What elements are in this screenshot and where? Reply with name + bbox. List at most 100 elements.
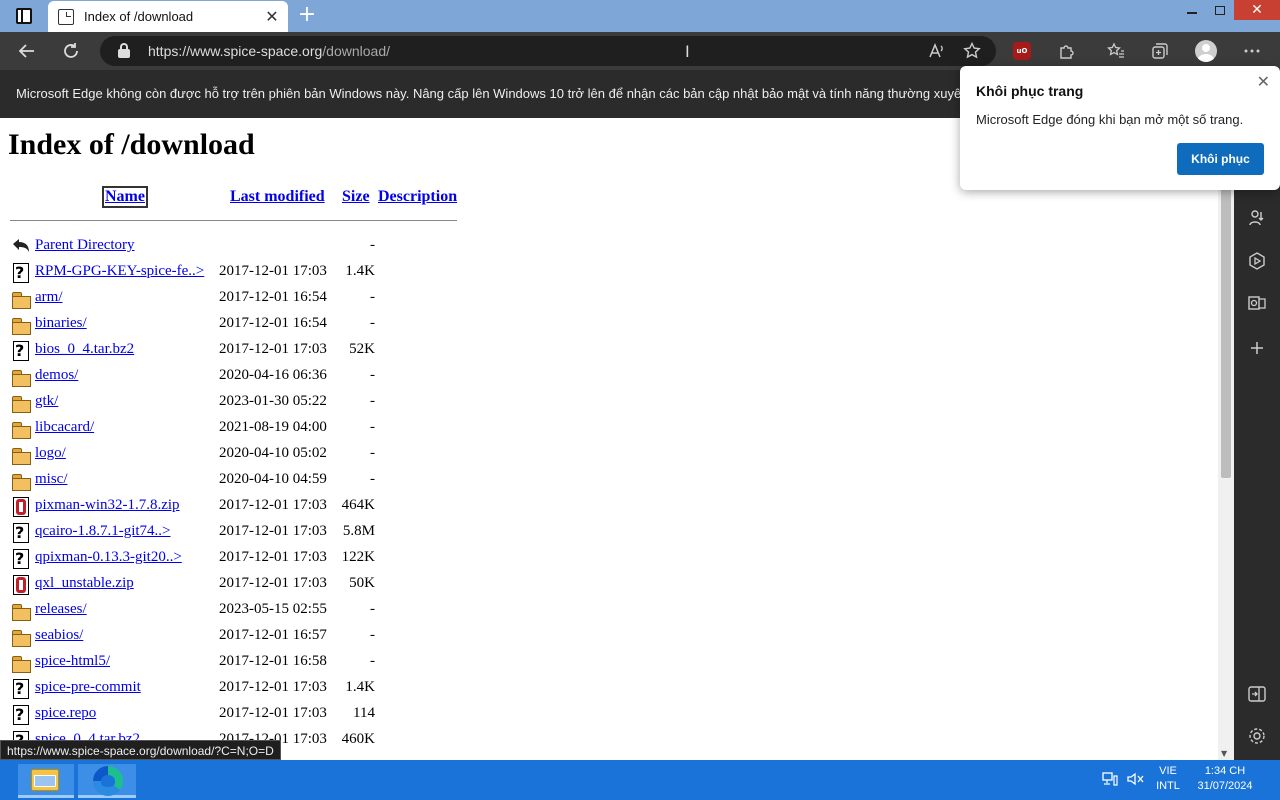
folder-icon bbox=[11, 392, 31, 414]
file-date: 2020-04-10 04:59 bbox=[219, 471, 327, 487]
column-header-size[interactable]: Size bbox=[342, 188, 370, 206]
collections-icon[interactable] bbox=[1145, 36, 1175, 66]
tab-close-icon[interactable]: ✕ bbox=[262, 7, 282, 26]
file-link[interactable]: RPM-GPG-KEY-spice-fe..> bbox=[35, 263, 204, 280]
list-item: ? qpixman-0.13.3-git20..> 2017-12-01 17:03… bbox=[0, 545, 500, 571]
new-tab-button[interactable]: + bbox=[296, 4, 318, 26]
list-item: seabios/2017-12-01 16:57 - bbox=[0, 623, 500, 649]
sidebar-games-icon[interactable] bbox=[1247, 251, 1267, 271]
vertical-scrollbar[interactable]: ▼ bbox=[1218, 118, 1234, 760]
language-code: VIE bbox=[1159, 765, 1177, 777]
tab-active[interactable]: Index of /download ✕ bbox=[48, 1, 288, 32]
list-item: Parent Directory - bbox=[0, 233, 500, 259]
file-link[interactable]: logo/ bbox=[35, 445, 66, 462]
profile-avatar[interactable] bbox=[1195, 40, 1217, 62]
list-item: ? qcairo-1.8.7.1-git74..> 2017-12-01 17:03… bbox=[0, 519, 500, 545]
refresh-icon[interactable] bbox=[56, 36, 86, 66]
file-size: - bbox=[370, 653, 375, 669]
file-link[interactable]: demos/ bbox=[35, 367, 78, 384]
window-close-button[interactable]: ✕ bbox=[1234, 0, 1280, 20]
scroll-down-arrow-icon[interactable]: ▼ bbox=[1221, 749, 1227, 758]
sidebar-add-icon[interactable] bbox=[1247, 338, 1267, 358]
sidebar-outlook-icon[interactable] bbox=[1247, 293, 1267, 313]
file-size: - bbox=[370, 237, 375, 253]
list-item: gtk/2023-01-30 05:22 - bbox=[0, 389, 500, 415]
file-link[interactable]: arm/ bbox=[35, 289, 63, 306]
input-language-indicator[interactable]: VIE INTL bbox=[1153, 764, 1183, 794]
file-date: 2017-12-01 17:03 bbox=[219, 497, 327, 513]
list-item: qxl_unstable.zip 2017-12-01 17:03 50K bbox=[0, 571, 500, 597]
file-date: 2017-12-01 17:03 bbox=[219, 341, 327, 357]
file-link[interactable]: spice-pre-commit bbox=[35, 679, 141, 696]
file-date: 2017-12-01 17:03 bbox=[219, 575, 327, 591]
list-item: pixman-win32-1.7.8.zip 2017-12-01 17:03 46… bbox=[0, 493, 500, 519]
file-size: 122K bbox=[341, 549, 375, 565]
file-size: - bbox=[370, 315, 375, 331]
lock-icon[interactable] bbox=[118, 43, 130, 58]
back-arrow-icon[interactable] bbox=[12, 36, 42, 66]
folder-icon bbox=[11, 366, 31, 388]
more-menu-icon[interactable] bbox=[1237, 36, 1267, 66]
network-icon[interactable] bbox=[1102, 772, 1118, 789]
minimize-button[interactable] bbox=[1178, 0, 1206, 20]
file-explorer-button[interactable] bbox=[18, 764, 74, 798]
popup-close-icon[interactable]: ✕ bbox=[1257, 72, 1270, 92]
folder-icon bbox=[11, 444, 31, 466]
file-link[interactable]: spice.repo bbox=[35, 705, 96, 722]
system-clock[interactable]: 1:34 CH 31/07/2024 bbox=[1188, 764, 1262, 794]
page-content: Index of /download Name Last modified Si… bbox=[0, 118, 1218, 760]
restore-button[interactable]: Khôi phục bbox=[1177, 143, 1264, 175]
list-item: ? bios_0_4.tar.bz2 2017-12-01 17:03 52K bbox=[0, 337, 500, 363]
file-link[interactable]: seabios/ bbox=[35, 627, 83, 644]
file-link[interactable]: qxl_unstable.zip bbox=[35, 575, 134, 592]
tab-actions-icon[interactable] bbox=[10, 4, 38, 28]
read-aloud-icon[interactable] bbox=[922, 36, 952, 66]
popup-title: Khôi phục trang bbox=[976, 83, 1084, 99]
column-header-name[interactable]: Name bbox=[102, 186, 148, 208]
add-favorite-icon[interactable] bbox=[957, 36, 987, 66]
address-bar[interactable]: https://www.spice-space.org/download/ I bbox=[100, 36, 996, 66]
parent-directory-icon bbox=[11, 236, 31, 258]
restore-pages-popup: Khôi phục trang ✕ Microsoft Edge đóng kh… bbox=[960, 66, 1280, 190]
volume-muted-icon[interactable] bbox=[1127, 772, 1145, 789]
list-item: ? RPM-GPG-KEY-spice-fe..> 2017-12-01 17:03… bbox=[0, 259, 500, 285]
folder-icon bbox=[11, 652, 31, 674]
sidebar-settings-gear-icon[interactable] bbox=[1247, 726, 1267, 746]
sidebar-tools-icon[interactable] bbox=[1247, 208, 1267, 228]
sidebar-hide-icon[interactable] bbox=[1247, 684, 1267, 704]
windows-taskbar: VIE INTL 1:34 CH 31/07/2024 bbox=[0, 760, 1280, 800]
ublock-extension-icon[interactable]: uO bbox=[1013, 42, 1031, 60]
file-date: 2017-12-01 17:03 bbox=[219, 263, 327, 279]
file-link[interactable]: qcairo-1.8.7.1-git74..> bbox=[35, 523, 171, 540]
favorites-icon[interactable] bbox=[1101, 36, 1131, 66]
file-date: 2021-08-19 04:00 bbox=[219, 419, 327, 435]
edge-logo-icon bbox=[93, 766, 123, 796]
file-link[interactable]: Parent Directory bbox=[35, 237, 135, 254]
extensions-icon[interactable] bbox=[1052, 36, 1082, 66]
file-link[interactable]: spice-html5/ bbox=[35, 653, 110, 670]
column-header-last-modified[interactable]: Last modified bbox=[230, 188, 325, 206]
browser-toolbar: https://www.spice-space.org/download/ I bbox=[0, 32, 1280, 70]
clock-time: 1:34 CH bbox=[1204, 765, 1246, 777]
file-link[interactable]: binaries/ bbox=[35, 315, 87, 332]
file-link[interactable]: releases/ bbox=[35, 601, 87, 618]
edge-taskbar-button[interactable] bbox=[78, 764, 136, 798]
column-header-description[interactable]: Description bbox=[378, 188, 457, 206]
list-item: misc/2020-04-10 04:59 - bbox=[0, 467, 500, 493]
file-date: 2017-12-01 17:03 bbox=[219, 679, 327, 695]
file-link[interactable]: gtk/ bbox=[35, 393, 58, 410]
file-link[interactable]: libcacard/ bbox=[35, 419, 94, 436]
url-text[interactable]: https://www.spice-space.org/download/ bbox=[148, 43, 390, 59]
list-item: releases/2023-05-15 02:55 - bbox=[0, 597, 500, 623]
unknown-file-icon: ? bbox=[11, 262, 31, 284]
file-size: 52K bbox=[349, 341, 375, 357]
file-date: 2017-12-01 16:58 bbox=[219, 653, 327, 669]
file-link[interactable]: bios_0_4.tar.bz2 bbox=[35, 341, 134, 358]
maximize-button[interactable] bbox=[1206, 0, 1234, 20]
file-size: - bbox=[370, 627, 375, 643]
file-link[interactable]: qpixman-0.13.3-git20..> bbox=[35, 549, 182, 566]
file-link[interactable]: misc/ bbox=[35, 471, 68, 488]
scrollbar-thumb[interactable] bbox=[1221, 188, 1231, 478]
file-date: 2020-04-16 06:36 bbox=[219, 367, 327, 383]
file-link[interactable]: pixman-win32-1.7.8.zip bbox=[35, 497, 180, 514]
